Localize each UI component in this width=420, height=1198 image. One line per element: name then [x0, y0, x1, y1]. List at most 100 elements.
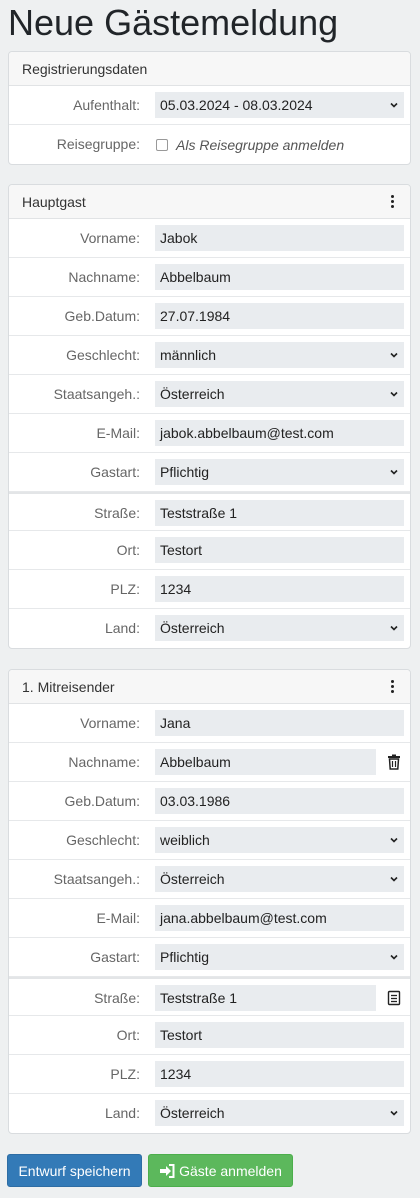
- city-label: Ort:: [116, 1027, 140, 1043]
- companion-birthdate-row: Geb.Datum: 03.03.1986: [9, 782, 410, 821]
- nationality-label: Staatsangeh.:: [53, 386, 140, 402]
- gender-select-value: weiblich: [160, 832, 210, 848]
- group-checkbox-label: Als Reisegruppe anmelden: [176, 137, 345, 153]
- main-email-row: E-Mail: jabok.abbelbaum@test.com: [9, 414, 410, 453]
- country-label: Land:: [104, 1105, 140, 1121]
- companion-firstname-row: Vorname: Jana: [9, 704, 410, 743]
- street-label: Straße:: [94, 990, 140, 1006]
- guest-type-select[interactable]: Pflichtig: [155, 459, 404, 485]
- main-birthdate-row: Geb.Datum: 27.07.1984: [9, 297, 410, 336]
- firstname-input[interactable]: Jabok: [155, 225, 404, 251]
- guest-type-select-value: Pflichtig: [160, 949, 210, 965]
- email-label: E-Mail:: [96, 910, 140, 926]
- companion-zip-row: PLZ: 1234: [9, 1055, 410, 1094]
- zip-input[interactable]: 1234: [155, 576, 404, 602]
- companion-city-row: Ort: Testort: [9, 1016, 410, 1055]
- group-checkbox[interactable]: [156, 139, 168, 151]
- main-zip-row: PLZ: 1234: [9, 570, 410, 609]
- group-label: Reisegruppe:: [56, 136, 140, 152]
- main-firstname-row: Vorname: Jabok: [9, 219, 410, 258]
- main-guest-card: Hauptgast Vorname: Jabok Nachname: Abbel…: [8, 184, 411, 649]
- chevron-down-icon: [390, 469, 398, 475]
- zip-label: PLZ:: [110, 581, 140, 597]
- gender-label: Geschlecht:: [66, 347, 140, 363]
- city-input[interactable]: Testort: [155, 537, 404, 563]
- country-select[interactable]: Österreich: [155, 1100, 404, 1126]
- gender-select[interactable]: weiblich: [155, 827, 404, 853]
- lastname-input[interactable]: Abbelbaum: [155, 749, 376, 775]
- kebab-menu-icon[interactable]: [388, 679, 396, 695]
- main-guest-type-row: Gastart: Pflichtig: [9, 453, 410, 492]
- nationality-select[interactable]: Österreich: [155, 381, 404, 407]
- gender-select-value: männlich: [160, 347, 217, 363]
- group-row: Reisegruppe: Als Reisegruppe anmelden: [9, 125, 410, 164]
- street-input[interactable]: Teststraße 1: [155, 500, 404, 526]
- guest-type-select[interactable]: Pflichtig: [155, 944, 404, 970]
- stay-select-value: 05.03.2024 - 08.03.2024: [160, 97, 313, 113]
- register-guests-button-label: Gäste anmelden: [179, 1163, 282, 1179]
- street-label: Straße:: [94, 505, 140, 521]
- firstname-input[interactable]: Jana: [155, 710, 404, 736]
- companion-card-header: 1. Mitreisender: [9, 670, 410, 704]
- chevron-down-icon: [390, 837, 398, 843]
- companion-guest-type-row: Gastart: Pflichtig: [9, 938, 410, 977]
- companion-card: 1. Mitreisender Vorname: Jana Nachname: …: [8, 669, 411, 1134]
- main-lastname-row: Nachname: Abbelbaum: [9, 258, 410, 297]
- nationality-select-value: Österreich: [160, 386, 225, 402]
- companion-lastname-row: Nachname: Abbelbaum: [9, 743, 410, 782]
- group-checkbox-wrap[interactable]: Als Reisegruppe anmelden: [156, 137, 344, 153]
- firstname-label: Vorname:: [80, 715, 140, 731]
- lastname-input[interactable]: Abbelbaum: [155, 264, 404, 290]
- guest-type-select-value: Pflichtig: [160, 464, 210, 480]
- city-input[interactable]: Testort: [155, 1022, 404, 1048]
- email-input[interactable]: jana.abbelbaum@test.com: [155, 905, 404, 931]
- email-input[interactable]: jabok.abbelbaum@test.com: [155, 420, 404, 446]
- country-select[interactable]: Österreich: [155, 615, 404, 641]
- nationality-select-value: Österreich: [160, 871, 225, 887]
- firstname-label: Vorname:: [80, 230, 140, 246]
- lastname-label: Nachname:: [68, 269, 140, 285]
- companion-email-row: E-Mail: jana.abbelbaum@test.com: [9, 899, 410, 938]
- chevron-down-icon: [390, 876, 398, 882]
- birthdate-input[interactable]: 27.07.1984: [155, 303, 404, 329]
- chevron-down-icon: [390, 1110, 398, 1116]
- companion-gender-row: Geschlecht: weiblich: [9, 821, 410, 860]
- guest-type-label: Gastart:: [90, 464, 140, 480]
- registration-card: Registrierungsdaten Aufenthalt: 05.03.20…: [8, 51, 411, 165]
- country-select-value: Österreich: [160, 620, 225, 636]
- lastname-label: Nachname:: [68, 754, 140, 770]
- stay-row: Aufenthalt: 05.03.2024 - 08.03.2024: [9, 86, 410, 125]
- street-input[interactable]: Teststraße 1: [155, 985, 376, 1011]
- kebab-menu-icon[interactable]: [388, 194, 396, 210]
- registration-card-header: Registrierungsdaten: [9, 52, 410, 86]
- main-nationality-row: Staatsangeh.: Österreich: [9, 375, 410, 414]
- document-icon[interactable]: [387, 990, 401, 1006]
- country-label: Land:: [104, 620, 140, 636]
- main-country-row: Land: Österreich: [9, 609, 410, 648]
- birthdate-label: Geb.Datum:: [64, 793, 140, 809]
- zip-input[interactable]: 1234: [155, 1061, 404, 1087]
- trash-icon[interactable]: [387, 754, 401, 770]
- companion-card-title: 1. Mitreisender: [22, 679, 115, 695]
- nationality-select[interactable]: Österreich: [155, 866, 404, 892]
- stay-select[interactable]: 05.03.2024 - 08.03.2024: [155, 92, 404, 118]
- zip-label: PLZ:: [110, 1066, 140, 1082]
- chevron-down-icon: [390, 102, 398, 108]
- chevron-down-icon: [390, 352, 398, 358]
- nationality-label: Staatsangeh.:: [53, 871, 140, 887]
- page-title: Neue Gästemeldung: [8, 2, 339, 43]
- city-label: Ort:: [116, 542, 140, 558]
- main-city-row: Ort: Testort: [9, 531, 410, 570]
- main-guest-card-title: Hauptgast: [22, 194, 86, 210]
- companion-street-row: Straße: Teststraße 1: [9, 977, 410, 1016]
- gender-select[interactable]: männlich: [155, 342, 404, 368]
- companion-nationality-row: Staatsangeh.: Österreich: [9, 860, 410, 899]
- birthdate-input[interactable]: 03.03.1986: [155, 788, 404, 814]
- registration-card-title: Registrierungsdaten: [22, 61, 148, 77]
- main-street-row: Straße: Teststraße 1: [9, 492, 410, 531]
- companion-country-row: Land: Österreich: [9, 1094, 410, 1133]
- save-draft-button[interactable]: Entwurf speichern: [7, 1154, 142, 1187]
- register-guests-button[interactable]: Gäste anmelden: [148, 1154, 293, 1187]
- birthdate-label: Geb.Datum:: [64, 308, 140, 324]
- country-select-value: Österreich: [160, 1105, 225, 1121]
